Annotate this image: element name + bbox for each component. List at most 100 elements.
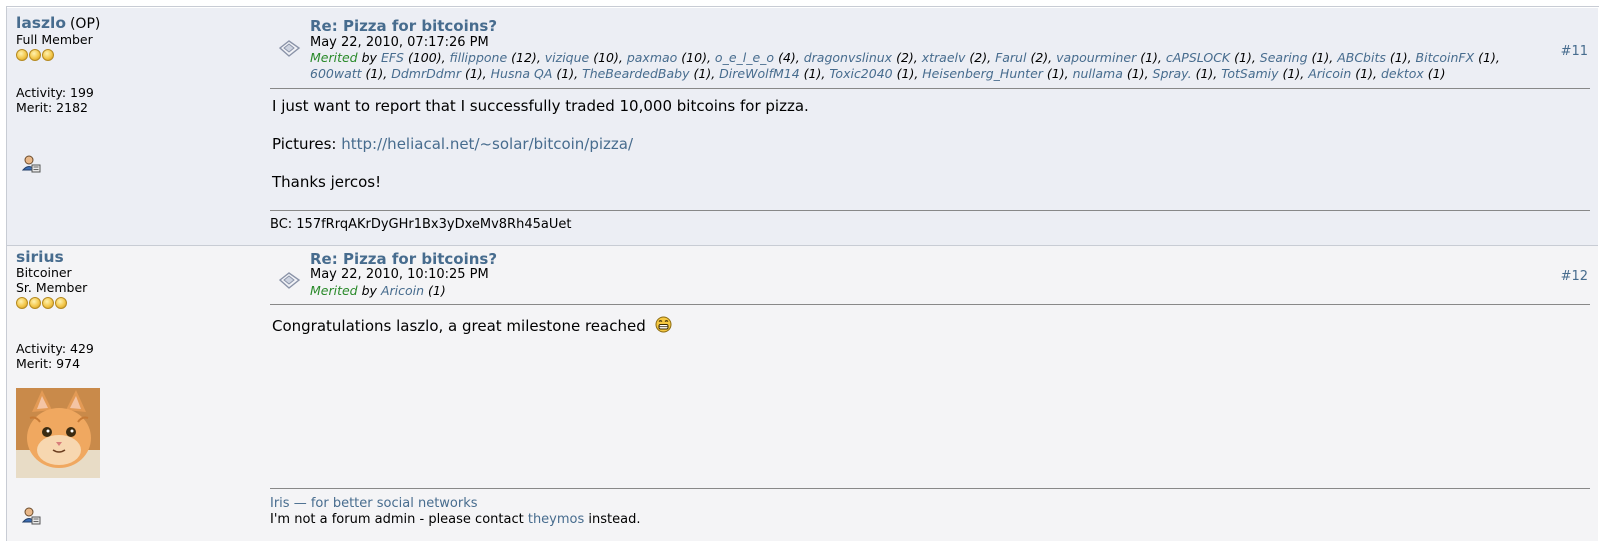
merit-user-link[interactable]: paxmao	[627, 50, 677, 65]
merit-user-link[interactable]: Husna QA	[491, 66, 553, 81]
merit-user-link[interactable]: Searing	[1260, 50, 1308, 65]
merit-count: (1)	[1311, 50, 1330, 65]
merit-count: (2)	[969, 50, 988, 65]
body-line: I just want to report that I successfull…	[272, 97, 809, 115]
username-link[interactable]: sirius	[16, 248, 64, 266]
rank-stars	[16, 49, 256, 63]
merit-user-link[interactable]: o_e_l_e_o	[715, 50, 774, 65]
merit-user-link[interactable]: Heisenberg_Hunter	[922, 66, 1043, 81]
merit-count: (1)	[1427, 66, 1446, 81]
topic-icon	[278, 272, 301, 289]
merit-user-link[interactable]: xtraelv	[922, 50, 966, 65]
header-divider	[270, 304, 1590, 305]
merit-count: (1)	[1195, 66, 1214, 81]
poster-info: laszlo (OP) Full Member Activity: 199 Me…	[16, 14, 256, 115]
star-icon	[16, 49, 28, 61]
grin-emoji-icon	[655, 316, 672, 333]
activity: Activity: 429	[16, 341, 94, 356]
merit-count: (1)	[1355, 66, 1373, 81]
merited-by-word: by	[361, 50, 377, 65]
kitten-avatar	[16, 388, 100, 478]
signature: Iris — for better social networks I'm no…	[270, 496, 640, 528]
post-body: Congratulations laszlo, a great mileston…	[272, 316, 672, 336]
merit-user-link[interactable]: TotSamiy	[1221, 66, 1278, 81]
merit-user-link[interactable]: DdmrDdmr	[391, 66, 461, 81]
pictures-link[interactable]: http://heliacal.net/~solar/bitcoin/pizza…	[341, 135, 633, 153]
merit-user-link[interactable]: cAPSLOCK	[1166, 50, 1230, 65]
post-date: May 22, 2010, 07:17:26 PM	[310, 35, 489, 50]
profile-icon[interactable]	[21, 506, 41, 526]
topic-icon	[278, 40, 301, 57]
merit-user-link[interactable]: ABCbits	[1337, 50, 1386, 65]
merit-user-link[interactable]: EFS	[381, 50, 404, 65]
post-date: May 22, 2010, 10:10:25 PM	[310, 267, 489, 282]
activity: Activity: 199	[16, 85, 94, 100]
merit-user-link[interactable]: TheBeardedBaby	[582, 66, 689, 81]
merit-user-link[interactable]: Aricoin	[381, 283, 424, 298]
merit-user-link[interactable]: dragonvslinux	[804, 50, 892, 65]
merit-count: (1)	[1126, 66, 1145, 81]
member-rank: Full Member	[16, 32, 93, 47]
merit-count: (1)	[803, 66, 822, 81]
merit-user-link[interactable]: fillippone	[450, 50, 508, 65]
merit-count: (100)	[407, 50, 442, 65]
merit-user-link[interactable]: Farul	[995, 50, 1026, 65]
merit-user-link[interactable]: DireWolfM14	[719, 66, 800, 81]
post-11: laszlo (OP) Full Member Activity: 199 Me…	[7, 8, 1598, 245]
post-subject-link[interactable]: Re: Pizza for bitcoins?	[310, 17, 497, 35]
merit-count: (1)	[1140, 50, 1158, 65]
merit-count: (1)	[1282, 66, 1301, 81]
merit-count: (2)	[1030, 50, 1049, 65]
merit-count: (4)	[778, 50, 796, 65]
merit: Merit: 974	[16, 356, 81, 371]
profile-icon[interactable]	[21, 154, 41, 174]
merit-count: (1)	[464, 66, 483, 81]
body-line: Thanks jercos!	[272, 173, 382, 191]
post-number-link[interactable]: #11	[1561, 44, 1588, 59]
pictures-label: Pictures:	[272, 135, 337, 153]
merit-user-link[interactable]: Spray.	[1153, 66, 1192, 81]
star-icon	[42, 49, 54, 61]
poster-info: sirius Bitcoiner Sr. Member Activity: 42…	[16, 248, 256, 371]
merit-user-link[interactable]: 600watt	[310, 66, 362, 81]
merited-label: Merited	[310, 50, 358, 65]
star-icon	[42, 297, 54, 309]
merit-count: (1)	[1046, 66, 1065, 81]
merit-user-link[interactable]: nullama	[1073, 66, 1123, 81]
merit-count: (10)	[593, 50, 619, 65]
signature-link[interactable]: Iris — for better social networks	[270, 496, 478, 511]
op-tag: (OP)	[69, 16, 101, 32]
merit-count: (12)	[511, 50, 537, 65]
merit-user-link[interactable]: vapourminer	[1056, 50, 1136, 65]
post-body: I just want to report that I successfull…	[272, 97, 809, 192]
body-line: Congratulations laszlo, a great mileston…	[272, 317, 646, 335]
merit-list: Merited by Aricoin (1)	[310, 283, 1525, 299]
username-link[interactable]: laszlo	[16, 14, 66, 32]
merited-by-word: by	[361, 283, 377, 298]
signature-divider	[270, 488, 1590, 489]
merit-count: (1)	[1234, 50, 1252, 65]
merited-label: Merited	[310, 283, 358, 298]
star-icon	[16, 297, 28, 309]
star-icon	[29, 297, 41, 309]
merit-count: (1)	[428, 283, 446, 298]
signature-divider	[270, 210, 1590, 211]
post-number-link[interactable]: #12	[1561, 269, 1588, 284]
merit-count: (1)	[896, 66, 915, 81]
post-subject-link[interactable]: Re: Pizza for bitcoins?	[310, 250, 497, 268]
merit-count: (10)	[681, 50, 707, 65]
signature-text: I'm not a forum admin - please contact	[270, 512, 524, 527]
merit-count: (1)	[1389, 50, 1408, 65]
merit-user-link[interactable]: Aricoin	[1308, 66, 1351, 81]
merit-user-link[interactable]: BitcoinFX	[1416, 50, 1475, 65]
merit-user-link[interactable]: dektox	[1381, 66, 1424, 81]
star-icon	[29, 49, 41, 61]
merit-count: (1)	[1478, 50, 1496, 65]
theymos-link[interactable]: theymos	[528, 512, 584, 527]
post-12: sirius Bitcoiner Sr. Member Activity: 42…	[7, 245, 1598, 541]
merit-count: (1)	[556, 66, 575, 81]
merit-user-link[interactable]: vizique	[545, 50, 589, 65]
merit-user-link[interactable]: Toxic2040	[829, 66, 892, 81]
member-rank: Sr. Member	[16, 280, 88, 295]
rank-stars	[16, 297, 256, 311]
